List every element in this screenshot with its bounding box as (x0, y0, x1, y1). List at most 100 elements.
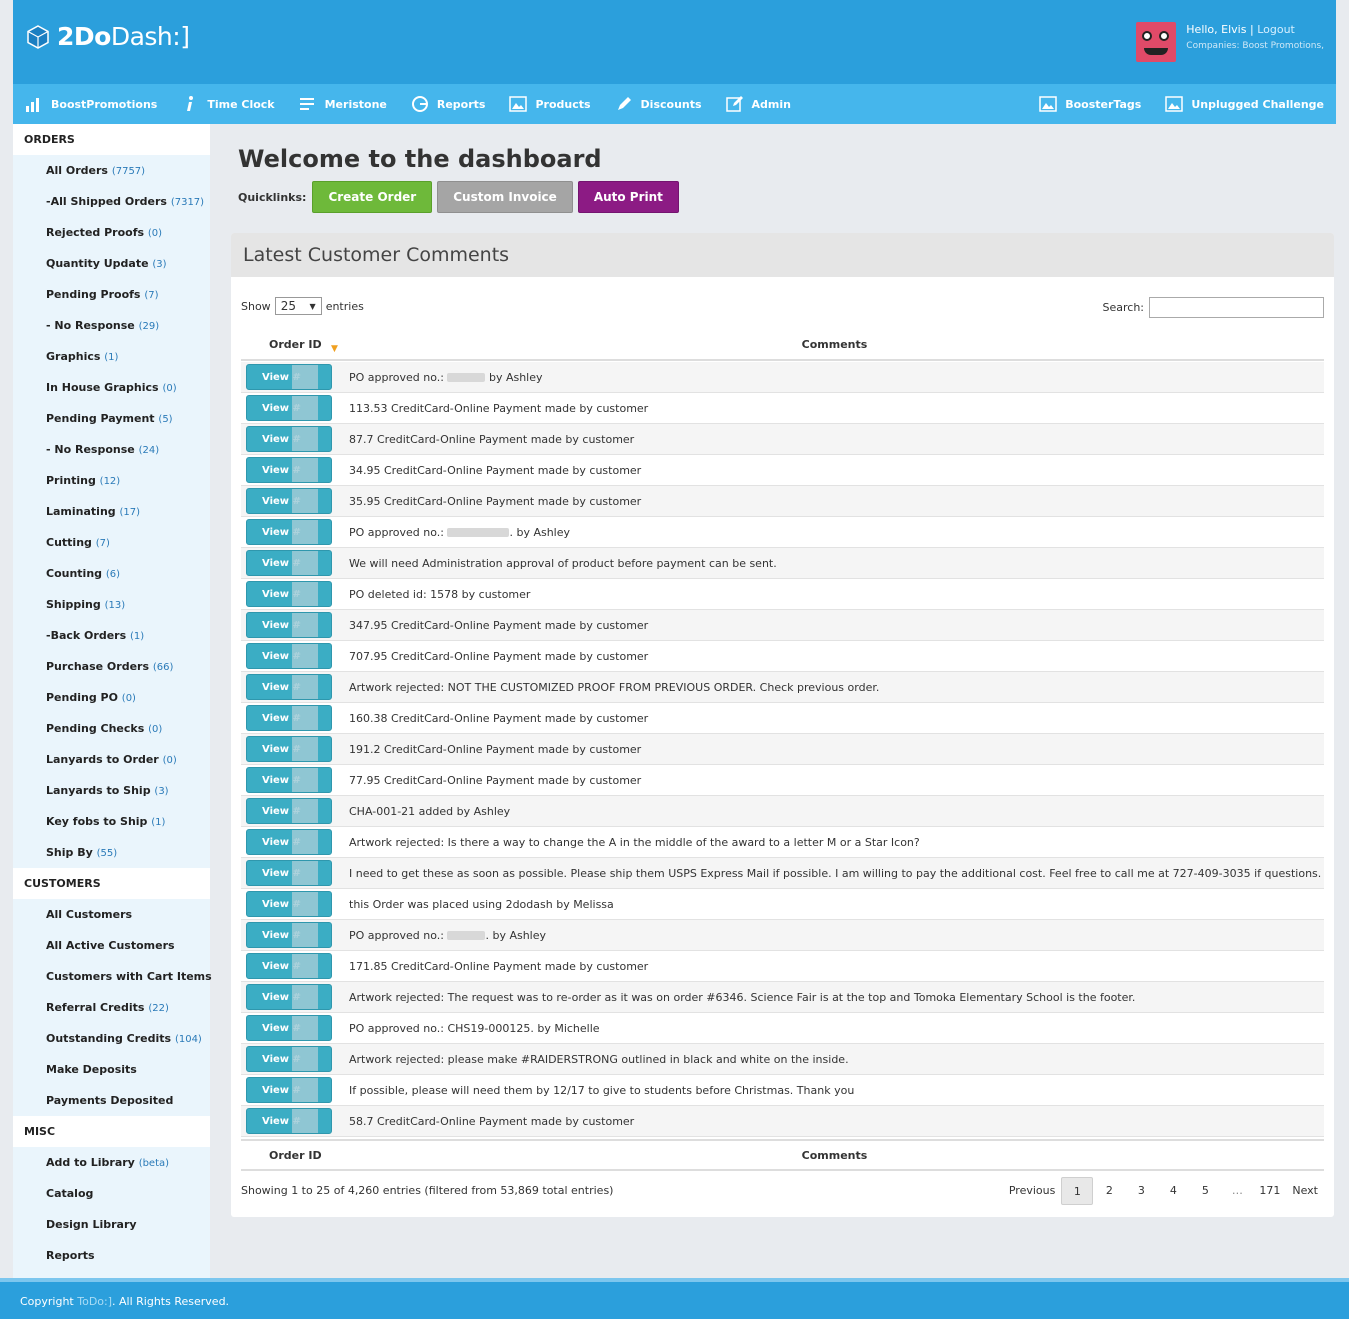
pagination-page[interactable]: 171 (1253, 1177, 1286, 1205)
auto-print-button[interactable]: Auto Print (577, 181, 679, 213)
bar-chart-icon (25, 95, 43, 113)
sidebar-item-label: Catalog (46, 1187, 94, 1200)
view-order-button[interactable]: View # (246, 953, 332, 979)
sidebar-item-misc[interactable]: Reports (13, 1240, 210, 1271)
column-header-comments[interactable]: Comments (345, 338, 1324, 351)
nav-discounts[interactable]: Discounts (603, 84, 714, 124)
nav-time-clock[interactable]: Time Clock (169, 84, 286, 124)
comment-text: 87.7 CreditCard-Online Payment made by c… (349, 432, 635, 446)
column-footer-order-id[interactable]: Order ID (241, 1149, 345, 1162)
sidebar-item-order[interactable]: Lanyards to Order (0) (13, 744, 210, 775)
pagination-page[interactable]: 4 (1157, 1177, 1189, 1205)
view-order-button[interactable]: View # (246, 767, 332, 793)
sidebar-item-order[interactable]: All Orders (7757) (13, 155, 210, 186)
sidebar-item-order[interactable]: Purchase Orders (66) (13, 651, 210, 682)
sidebar-item-label: In House Graphics (46, 381, 159, 394)
view-order-button[interactable]: View # (246, 488, 332, 514)
logout-link[interactable]: Logout (1257, 23, 1295, 36)
view-order-button[interactable]: View # (246, 1108, 332, 1134)
search-input[interactable] (1149, 297, 1324, 318)
view-order-button[interactable]: View # (246, 705, 332, 731)
view-order-button[interactable]: View # (246, 426, 332, 452)
footer: Copyright ToDo:]. All Rights Reserved. (0, 1282, 1349, 1319)
sidebar-item-customer[interactable]: Outstanding Credits (104) (13, 1023, 210, 1054)
view-order-button[interactable]: View # (246, 860, 332, 886)
sidebar-item-customer[interactable]: All Customers (13, 899, 210, 930)
sidebar-item-customer[interactable]: Payments Deposited (13, 1085, 210, 1116)
view-order-button[interactable]: View # (246, 1077, 332, 1103)
nav-unplugged-challenge[interactable]: Unplugged Challenge (1153, 84, 1336, 124)
view-order-button[interactable]: View # (246, 891, 332, 917)
view-order-button[interactable]: View # (246, 1015, 332, 1041)
sidebar-item-order[interactable]: In House Graphics (0) (13, 372, 210, 403)
column-footer-comments[interactable]: Comments (345, 1149, 1324, 1162)
sidebar-item-customer[interactable]: Referral Credits (22) (13, 992, 210, 1023)
sidebar-item-order[interactable]: Pending PO (0) (13, 682, 210, 713)
sidebar-item-misc[interactable]: Add to Library (beta) (13, 1147, 210, 1178)
view-order-button[interactable]: View # (246, 736, 332, 762)
nav-reports[interactable]: Reports (399, 84, 498, 124)
sidebar-item-order[interactable]: Laminating (17) (13, 496, 210, 527)
view-order-button[interactable]: View # (246, 674, 332, 700)
column-header-order-id[interactable]: Order ID ▼ (241, 338, 345, 354)
sidebar-item-order[interactable]: Printing (12) (13, 465, 210, 496)
pagination-page[interactable]: 5 (1189, 1177, 1221, 1205)
sidebar-item-order[interactable]: Pending Payment (5) (13, 403, 210, 434)
view-order-button[interactable]: View # (246, 519, 332, 545)
sidebar-item-misc[interactable]: Catalog (13, 1178, 210, 1209)
view-order-button[interactable]: View # (246, 829, 332, 855)
sidebar-item-count: (66) (152, 662, 174, 673)
avatar[interactable] (1136, 22, 1177, 62)
pagination-page[interactable]: 3 (1125, 1177, 1157, 1205)
logo[interactable]: 2DoDash:] (27, 22, 190, 51)
sidebar-item-order[interactable]: - No Response (24) (13, 434, 210, 465)
sidebar-item-order[interactable]: Graphics (1) (13, 341, 210, 372)
sidebar-item-order[interactable]: Cutting (7) (13, 527, 210, 558)
footer-brand-link[interactable]: ToDo:] (77, 1295, 112, 1308)
view-order-button[interactable]: View # (246, 395, 332, 421)
sidebar-item-misc[interactable]: Design Library (13, 1209, 210, 1240)
sidebar-item-order[interactable]: Key fobs to Ship (1) (13, 806, 210, 837)
nav-admin[interactable]: Admin (714, 84, 803, 124)
sidebar-item-order[interactable]: Quantity Update (3) (13, 248, 210, 279)
nav-meristone[interactable]: Meristone (287, 84, 399, 124)
sidebar-item-order[interactable]: Lanyards to Ship (3) (13, 775, 210, 806)
nav-boostertags[interactable]: BoosterTags (1027, 84, 1153, 124)
view-order-button[interactable]: View # (246, 922, 332, 948)
sidebar-item-order[interactable]: Rejected Proofs (0) (13, 217, 210, 248)
pagination-next[interactable]: Next (1286, 1177, 1324, 1205)
view-order-button[interactable]: View # (246, 612, 332, 638)
entries-select[interactable]: 25 ▼ (274, 297, 322, 315)
view-order-button[interactable]: View # (246, 798, 332, 824)
custom-invoice-button[interactable]: Custom Invoice (437, 181, 573, 213)
pagination-previous[interactable]: Previous (1003, 1177, 1062, 1205)
pagination-page[interactable]: 1 (1061, 1177, 1094, 1205)
nav-boostpromotions[interactable]: BoostPromotions (13, 84, 169, 124)
sidebar-item-order[interactable]: -Back Orders (1) (13, 620, 210, 651)
create-order-button[interactable]: Create Order (312, 181, 433, 213)
view-order-button[interactable]: View # (246, 457, 332, 483)
sidebar-item-order[interactable]: Pending Proofs (7) (13, 279, 210, 310)
sidebar-item-label: All Customers (46, 908, 133, 921)
cube-icon (27, 24, 49, 49)
view-order-button[interactable]: View # (246, 643, 332, 669)
redacted-order-id (292, 551, 318, 575)
sidebar-item-order[interactable]: Counting (6) (13, 558, 210, 589)
view-order-button[interactable]: View # (246, 364, 332, 390)
pagination-page[interactable]: 2 (1093, 1177, 1125, 1205)
sidebar-item-customer[interactable]: Customers with Cart Items (13, 961, 212, 992)
sidebar-item-order[interactable]: Ship By (55) (13, 837, 210, 868)
sidebar-item-customer[interactable]: All Active Customers (13, 930, 210, 961)
view-order-button[interactable]: View # (246, 581, 332, 607)
companies-label: Companies: Boost Promotions, (1186, 41, 1324, 51)
view-order-button[interactable]: View # (246, 984, 332, 1010)
sidebar-item-order[interactable]: Pending Checks (0) (13, 713, 210, 744)
sidebar-item-order[interactable]: -All Shipped Orders (7317) (13, 186, 210, 217)
sidebar-item-customer[interactable]: Make Deposits (13, 1054, 210, 1085)
sidebar-item-order[interactable]: - No Response (29) (13, 310, 210, 341)
sidebar-item-label: All Orders (46, 164, 108, 177)
sidebar-item-order[interactable]: Shipping (13) (13, 589, 210, 620)
view-order-button[interactable]: View # (246, 550, 332, 576)
view-order-button[interactable]: View # (246, 1046, 332, 1072)
nav-products[interactable]: Products (497, 84, 602, 124)
